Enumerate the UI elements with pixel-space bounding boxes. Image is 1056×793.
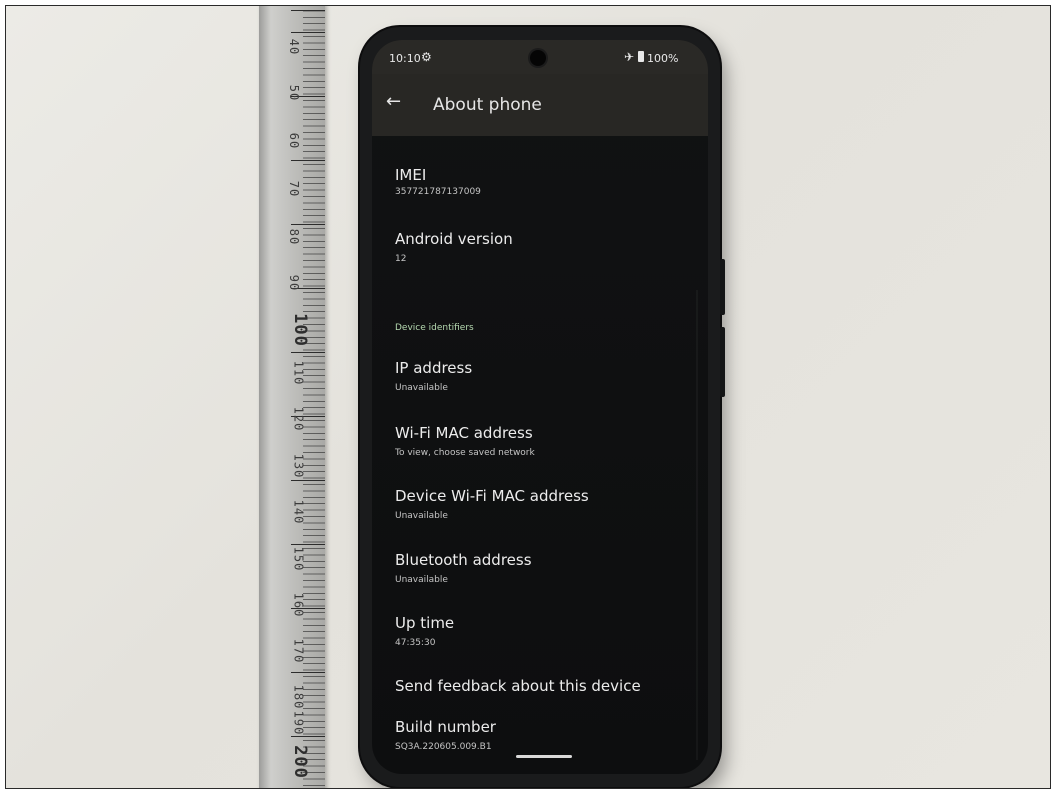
item-subtitle: Unavailable xyxy=(395,575,448,585)
arrow-left-icon[interactable]: ← xyxy=(386,91,401,112)
volume-button xyxy=(720,327,725,397)
ruler-label: 180 xyxy=(291,684,306,710)
item-title: Send feedback about this device xyxy=(395,677,641,695)
ruler-label: 130 xyxy=(291,453,306,479)
list-item-bluetooth-address[interactable]: Bluetooth address Unavailable xyxy=(395,551,532,585)
item-title: Wi-Fi MAC address xyxy=(395,424,533,442)
list-item-ip-address[interactable]: IP address Unavailable xyxy=(395,359,472,393)
ruler-label: 60 xyxy=(287,132,302,150)
ruler-label: 40 xyxy=(287,38,302,56)
status-time: 10:10 xyxy=(389,52,421,65)
ruler: 40 50 60 70 80 90 100 110 120 130 140 15… xyxy=(259,6,325,788)
item-title: Up time xyxy=(395,614,455,632)
item-subtitle: Unavailable xyxy=(395,383,448,393)
item-title: IP address xyxy=(395,359,473,377)
section-header: Device identifiers xyxy=(395,323,474,333)
ruler-label: 150 xyxy=(291,546,306,572)
gear-icon: ⚙ xyxy=(421,50,432,64)
home-indicator[interactable] xyxy=(516,755,572,758)
ruler-major-ticks xyxy=(291,6,325,788)
item-title: Build number xyxy=(395,718,496,736)
list-item-android-version[interactable]: Android version 12 xyxy=(395,230,513,264)
ruler-label: 100 xyxy=(289,313,310,347)
screen: 10:10 ⚙ ✈ 100% ← About phone IMEI 357721… xyxy=(372,40,708,774)
phone: 10:10 ⚙ ✈ 100% ← About phone IMEI 357721… xyxy=(360,27,725,787)
airplane-icon: ✈ xyxy=(624,50,635,64)
item-title: IMEI xyxy=(395,166,427,184)
item-subtitle: To view, choose saved network xyxy=(395,448,535,458)
item-subtitle: Unavailable xyxy=(395,511,448,521)
item-title: Device Wi-Fi MAC address xyxy=(395,487,589,505)
ruler-label: 140 xyxy=(291,499,306,525)
item-title: Bluetooth address xyxy=(395,551,532,569)
list-item-up-time[interactable]: Up time 47:35:30 xyxy=(395,614,454,648)
ruler-label: 90 xyxy=(287,274,302,292)
item-subtitle: SQ3A.220605.009.B1 xyxy=(395,742,492,752)
scrollbar[interactable] xyxy=(696,290,698,760)
battery-percent: 100% xyxy=(647,52,679,65)
ruler-label: 190 xyxy=(291,710,306,736)
item-subtitle: 47:35:30 xyxy=(395,638,436,648)
ruler-label: 170 xyxy=(291,638,306,664)
list-item-send-feedback[interactable]: Send feedback about this device xyxy=(395,677,641,695)
front-camera xyxy=(530,50,546,66)
ruler-label: 80 xyxy=(287,228,302,246)
list-item-build-number[interactable]: Build number SQ3A.220605.009.B1 xyxy=(395,718,496,752)
list-item-device-wifi-mac[interactable]: Device Wi-Fi MAC address Unavailable xyxy=(395,487,589,521)
ruler-label: 70 xyxy=(287,180,302,198)
status-bar: 10:10 ⚙ ✈ 100% xyxy=(372,40,708,74)
power-button xyxy=(720,259,725,315)
ruler-label: 200 xyxy=(289,745,310,779)
list-item-wifi-mac[interactable]: Wi-Fi MAC address To view, choose saved … xyxy=(395,424,535,458)
page-title: About phone xyxy=(433,95,542,115)
item-subtitle: 12 xyxy=(395,254,407,264)
list-item-imei[interactable]: IMEI 357721787137009 xyxy=(395,166,481,197)
ruler-label: 50 xyxy=(287,84,302,102)
ruler-label: 120 xyxy=(291,406,306,432)
ruler-label: 110 xyxy=(291,360,306,386)
photo: 40 50 60 70 80 90 100 110 120 130 140 15… xyxy=(5,5,1051,789)
ruler-label: 160 xyxy=(291,592,306,618)
battery-icon xyxy=(638,51,644,62)
item-title: Android version xyxy=(395,230,513,248)
item-subtitle: 357721787137009 xyxy=(395,187,481,197)
